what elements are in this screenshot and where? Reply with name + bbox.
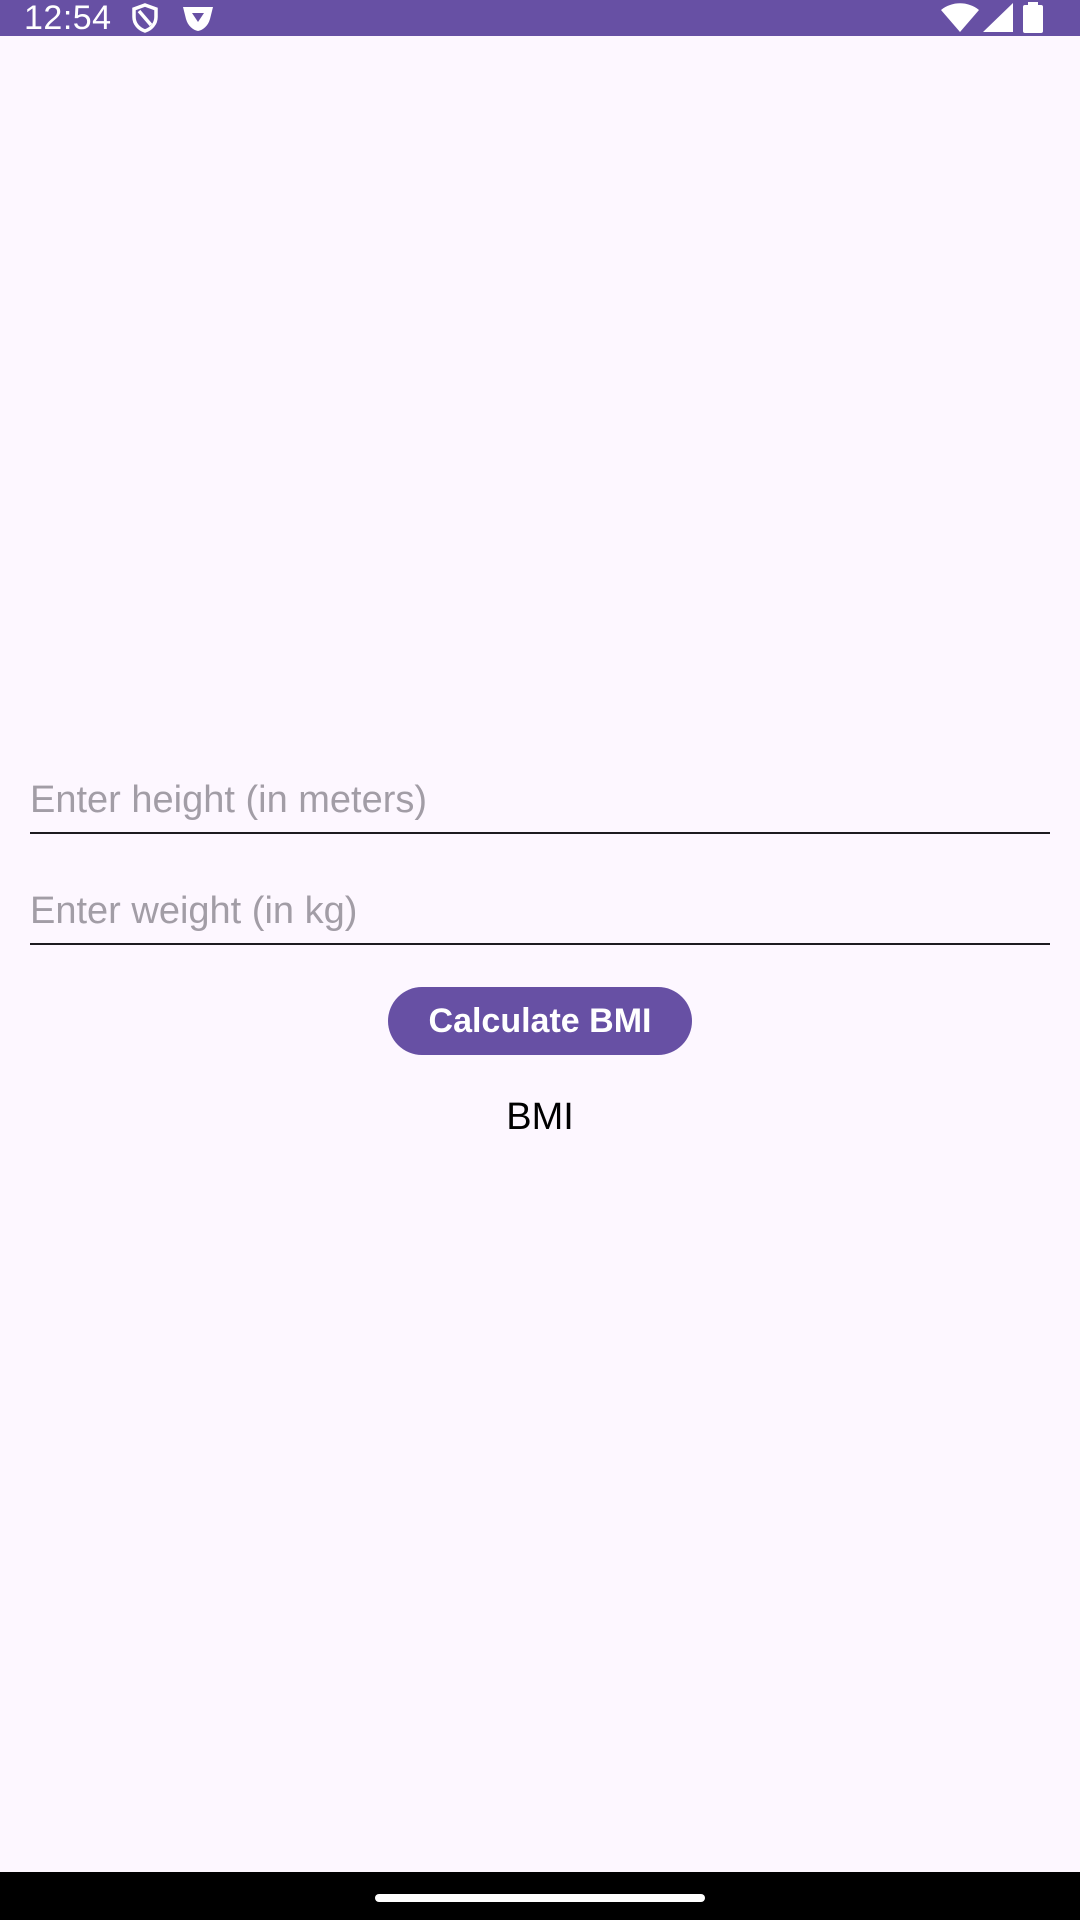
- battery-icon: [1023, 2, 1043, 33]
- bmi-result-text: BMI: [506, 1096, 574, 1138]
- download-badge-icon: [183, 7, 213, 31]
- cell-signal-icon: [983, 3, 1013, 32]
- wifi-icon: [941, 3, 979, 32]
- home-handle[interactable]: [375, 1894, 705, 1902]
- height-input[interactable]: [30, 768, 1050, 834]
- status-time: 12:54: [24, 0, 112, 37]
- status-bar: 12:54: [0, 0, 1080, 36]
- navigation-bar: [0, 1872, 1080, 1920]
- shield-icon: [132, 3, 158, 33]
- weight-input[interactable]: [30, 879, 1050, 945]
- calculate-bmi-button[interactable]: Calculate BMI: [388, 987, 692, 1055]
